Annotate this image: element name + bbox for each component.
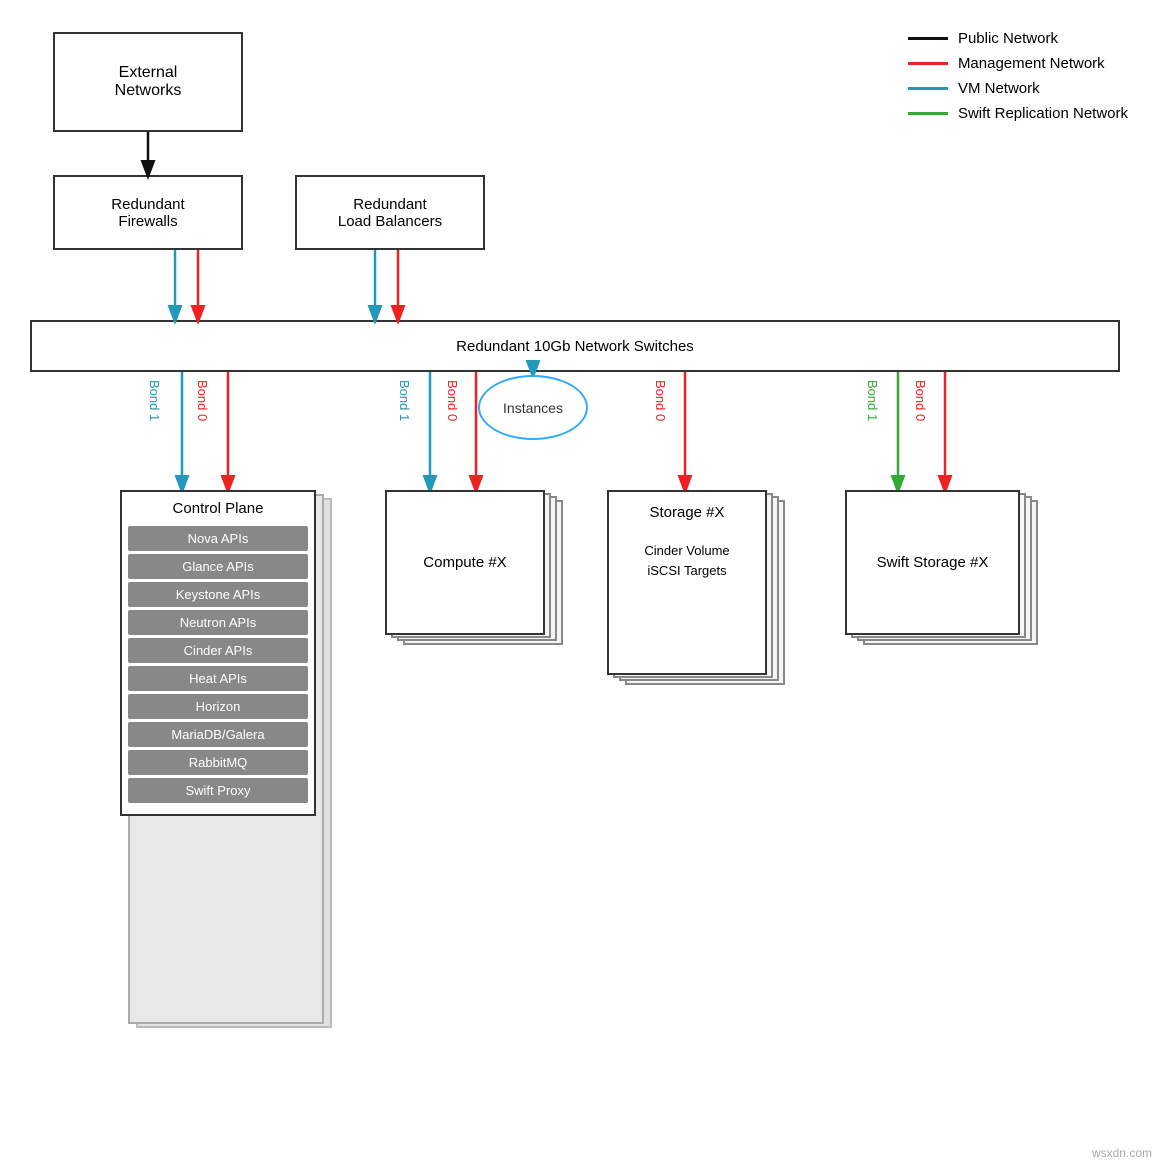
storage-label: Storage #X xyxy=(649,504,724,521)
bond0-compute-label: Bond 0 xyxy=(445,380,460,421)
legend-label-swift: Swift Replication Network xyxy=(958,105,1128,122)
cp-main: Control Plane Nova APIs Glance APIs Keys… xyxy=(120,490,316,816)
legend-label-vm: VM Network xyxy=(958,80,1040,97)
cp-title: Control Plane xyxy=(122,492,314,523)
legend-line-swift xyxy=(908,112,948,115)
compute-main: Compute #X xyxy=(385,490,545,635)
instances-label: Instances xyxy=(503,400,563,416)
external-networks-box: ExternalNetworks xyxy=(53,32,243,132)
redundant-firewalls-label: RedundantFirewalls xyxy=(111,196,184,230)
switches-bar: Redundant 10Gb Network Switches xyxy=(30,320,1120,372)
cp-row-neutron: Neutron APIs xyxy=(128,610,308,635)
bond1-compute-label: Bond 1 xyxy=(397,380,412,421)
cp-row-glance: Glance APIs xyxy=(128,554,308,579)
cp-row-cinder: Cinder APIs xyxy=(128,638,308,663)
legend-item-public: Public Network xyxy=(908,30,1128,47)
bond0-swift-label: Bond 0 xyxy=(913,380,928,421)
legend-label-public: Public Network xyxy=(958,30,1058,47)
compute-stacked: Compute #X xyxy=(385,490,560,650)
legend: Public Network Management Network VM Net… xyxy=(908,30,1128,122)
instances-ellipse: Instances xyxy=(478,375,588,440)
bond0-cp-label: Bond 0 xyxy=(195,380,210,421)
legend-item-swift: Swift Replication Network xyxy=(908,105,1128,122)
swift-storage-label: Swift Storage #X xyxy=(877,554,989,571)
legend-line-management xyxy=(908,62,948,65)
redundant-lb-box: RedundantLoad Balancers xyxy=(295,175,485,250)
cp-row-keystone: Keystone APIs xyxy=(128,582,308,607)
bond0-storage-label: Bond 0 xyxy=(653,380,668,421)
watermark: wsxdn.com xyxy=(1092,1146,1152,1160)
redundant-firewalls-box: RedundantFirewalls xyxy=(53,175,243,250)
storage-stacked: Storage #X Cinder VolumeiSCSI Targets xyxy=(607,490,782,690)
swift-storage-main: Swift Storage #X xyxy=(845,490,1020,635)
storage-sub: Cinder VolumeiSCSI Targets xyxy=(644,541,729,580)
cp-row-swift-proxy: Swift Proxy xyxy=(128,778,308,803)
redundant-lb-label: RedundantLoad Balancers xyxy=(338,196,442,230)
cp-row-nova: Nova APIs xyxy=(128,526,308,551)
swift-storage-stacked: Swift Storage #X xyxy=(845,490,1045,650)
legend-line-vm xyxy=(908,87,948,90)
switches-label: Redundant 10Gb Network Switches xyxy=(456,338,694,355)
cp-row-rabbitmq: RabbitMQ xyxy=(128,750,308,775)
legend-line-public xyxy=(908,37,948,40)
legend-item-vm: VM Network xyxy=(908,80,1128,97)
bond1-cp-label: Bond 1 xyxy=(147,380,162,421)
control-plane-box: Control Plane Nova APIs Glance APIs Keys… xyxy=(120,490,316,816)
external-networks-label: ExternalNetworks xyxy=(115,64,182,100)
cp-row-mariadb: MariaDB/Galera xyxy=(128,722,308,747)
diagram-container: Public Network Management Network VM Net… xyxy=(0,0,1168,1168)
bond1-swift-label: Bond 1 xyxy=(865,380,880,421)
cp-row-horizon: Horizon xyxy=(128,694,308,719)
legend-label-management: Management Network xyxy=(958,55,1105,72)
compute-label: Compute #X xyxy=(423,554,506,571)
storage-main: Storage #X Cinder VolumeiSCSI Targets xyxy=(607,490,767,675)
cp-row-heat: Heat APIs xyxy=(128,666,308,691)
legend-item-management: Management Network xyxy=(908,55,1128,72)
